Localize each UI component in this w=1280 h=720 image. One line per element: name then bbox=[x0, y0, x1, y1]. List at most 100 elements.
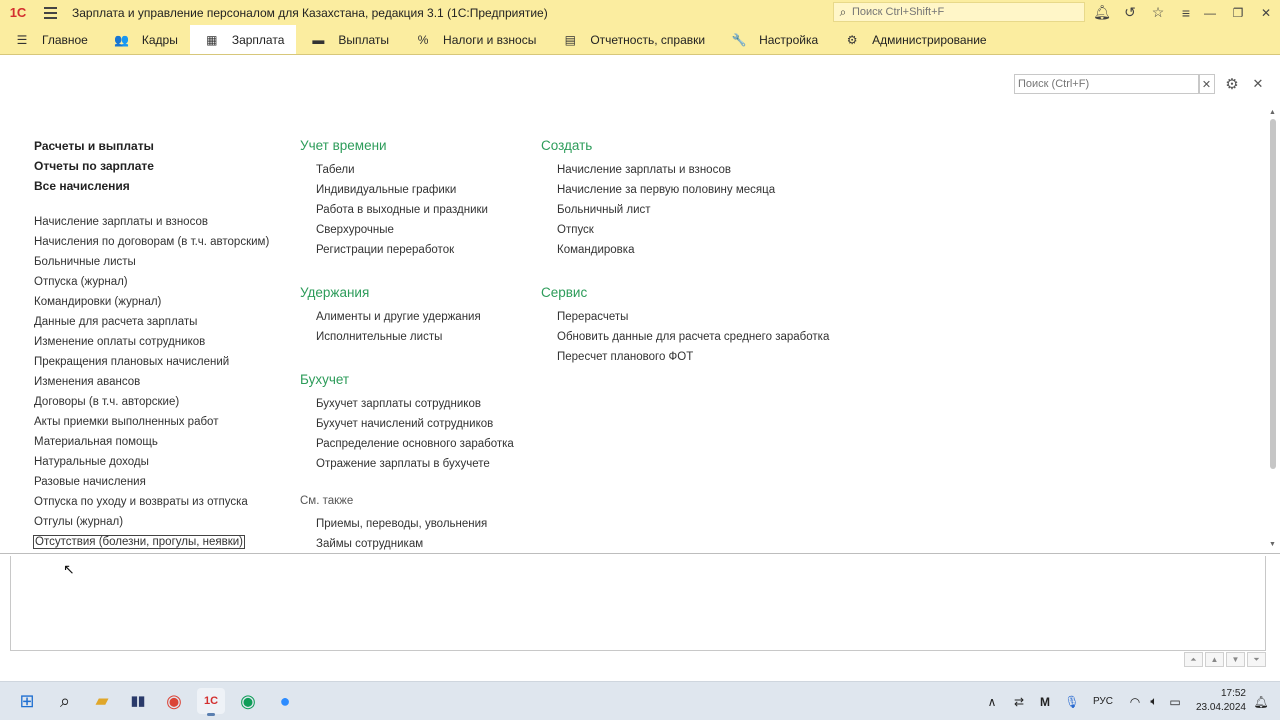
reports-icon: ▤ bbox=[564, 32, 576, 47]
section-admin[interactable]: ⚙ Администрирование bbox=[830, 25, 998, 54]
nav-link[interactable]: Алименты и другие удержания bbox=[300, 307, 514, 327]
nav-link[interactable]: Перерасчеты bbox=[541, 307, 829, 327]
file-explorer-icon[interactable]: ▰ bbox=[88, 688, 116, 714]
scroll-down-icon[interactable]: ▼ bbox=[1269, 541, 1276, 548]
nav-link[interactable]: Отпуска по уходу и возвраты из отпуска bbox=[34, 492, 269, 512]
zoom-icon[interactable]: ● bbox=[271, 688, 299, 714]
clock[interactable]: 17:52 23.04.2024 bbox=[1192, 687, 1246, 715]
search-icon: ⌕ bbox=[839, 4, 847, 19]
nav-link[interactable]: Бухучет зарплаты сотрудников bbox=[300, 394, 514, 414]
chrome-icon[interactable]: ◉ bbox=[160, 688, 188, 714]
link-salary-reports[interactable]: Отчеты по зарплате bbox=[34, 156, 269, 176]
link-calculations-payments[interactable]: Расчеты и выплаты bbox=[34, 136, 269, 156]
language-indicator[interactable]: РУС bbox=[1090, 682, 1116, 720]
nav-link[interactable]: Изменение оплаты сотрудников bbox=[34, 332, 269, 352]
section-label: Настройка bbox=[759, 32, 819, 47]
app-logo[interactable]: 1С bbox=[0, 0, 36, 25]
app-chart-icon[interactable]: ▮▮ bbox=[124, 688, 152, 714]
nav-link[interactable]: Акты приемки выполненных работ bbox=[34, 412, 269, 432]
nav-link[interactable]: Разовые начисления bbox=[34, 472, 269, 492]
section-payments[interactable]: ▬ Выплаты bbox=[296, 25, 401, 54]
nav-buttons: ⏶ ▲ ▼ ⏷ bbox=[1184, 652, 1266, 667]
nav-link[interactable]: Прекращения плановых начислений bbox=[34, 352, 269, 372]
maximize-icon[interactable]: ❐ bbox=[1224, 0, 1252, 25]
nav-link[interactable]: Бухучет начислений сотрудников bbox=[300, 414, 514, 434]
nav-link[interactable]: Начисления по договорам (в т.ч. авторски… bbox=[34, 232, 269, 252]
nav-link[interactable]: Начисление зарплаты и взносов bbox=[34, 212, 269, 232]
wrench-icon: 🔧 bbox=[731, 32, 747, 47]
chrome-profile-icon[interactable]: ◉ bbox=[234, 688, 262, 714]
nav-link[interactable]: Исполнительные листы bbox=[300, 327, 514, 347]
go-up-icon[interactable]: ▲ bbox=[1205, 652, 1224, 667]
scrollbar-thumb[interactable] bbox=[1270, 119, 1276, 469]
section-settings[interactable]: 🔧 Настройка bbox=[717, 25, 830, 54]
nav-link[interactable]: Отгулы (журнал) bbox=[34, 512, 269, 532]
mouse-cursor-icon: ↖ bbox=[63, 561, 75, 577]
nav-link[interactable]: Обновить данные для расчета среднего зар… bbox=[541, 327, 829, 347]
nav-link[interactable]: Материальная помощь bbox=[34, 432, 269, 452]
battery-icon[interactable]: ▭ bbox=[1166, 682, 1184, 720]
nav-link[interactable]: Отпуска (журнал) bbox=[34, 272, 269, 292]
wifi-icon[interactable]: ◠ bbox=[1126, 682, 1144, 720]
nav-link[interactable]: Командировки (журнал) bbox=[34, 292, 269, 312]
close-icon[interactable]: ✕ bbox=[1252, 0, 1280, 25]
notification-bell-icon[interactable]: 🔔︎ bbox=[1252, 682, 1270, 720]
nav-link[interactable]: Командировка bbox=[541, 240, 829, 260]
section-taxes[interactable]: % Налоги и взносы bbox=[401, 25, 548, 54]
nav-link[interactable]: Изменения авансов bbox=[34, 372, 269, 392]
tray-app-icon[interactable]: M bbox=[1036, 682, 1054, 720]
nav-link[interactable]: Отпуск bbox=[541, 220, 829, 240]
clear-icon[interactable]: ✕ bbox=[1198, 74, 1215, 94]
section-label: Администрирование bbox=[872, 32, 987, 47]
nav-link[interactable]: Больничный лист bbox=[541, 200, 829, 220]
scroll-up-icon[interactable]: ▲ bbox=[1269, 109, 1276, 116]
nav-link[interactable]: Натуральные доходы bbox=[34, 452, 269, 472]
nav-link[interactable]: Работа в выходные и праздники bbox=[300, 200, 514, 220]
volume-icon[interactable]: 🔈︎ bbox=[1146, 682, 1162, 720]
gear-icon: ⚙ bbox=[846, 32, 858, 47]
section-reports[interactable]: ▤ Отчетность, справки bbox=[548, 25, 717, 54]
nav-link[interactable]: Данные для расчета зарплаты bbox=[34, 312, 269, 332]
tray-sync-icon[interactable]: ⇄ bbox=[1010, 682, 1028, 720]
global-search[interactable]: ⌕ bbox=[833, 2, 1085, 22]
global-search-input[interactable] bbox=[852, 6, 1077, 18]
history-icon[interactable]: ↺ bbox=[1116, 0, 1144, 25]
settings-gear-icon[interactable]: ⚙ bbox=[1223, 74, 1241, 94]
nav-link[interactable]: Начисление зарплаты и взносов bbox=[541, 160, 829, 180]
nav-link[interactable]: Займы сотрудникам bbox=[300, 534, 514, 554]
close-panel-icon[interactable]: ✕ bbox=[1250, 74, 1266, 94]
nav-link-absences-focused[interactable]: Отсутствия (болезни, прогулы, неявки) bbox=[33, 535, 245, 549]
nav-link[interactable]: Начисление за первую половину месяца bbox=[541, 180, 829, 200]
search-icon[interactable]: ⌕ bbox=[51, 688, 79, 714]
go-down-icon[interactable]: ▼ bbox=[1226, 652, 1245, 667]
go-last-icon[interactable]: ⏷ bbox=[1247, 652, 1266, 667]
panel-search[interactable] bbox=[1014, 74, 1200, 94]
nav-link[interactable]: Пересчет планового ФОТ bbox=[541, 347, 829, 367]
nav-link[interactable]: Регистрации переработок bbox=[300, 240, 514, 260]
nav-column-2: Учет времени Табели Индивидуальные графи… bbox=[300, 136, 514, 554]
nav-link[interactable]: Больничные листы bbox=[34, 252, 269, 272]
tray-chevron-icon[interactable]: ∧ bbox=[984, 682, 1000, 720]
nav-link[interactable]: Договоры (в т.ч. авторские) bbox=[34, 392, 269, 412]
section-salary[interactable]: ▦ Зарплата bbox=[189, 25, 297, 54]
nav-link[interactable]: Табели bbox=[300, 160, 514, 180]
go-first-icon[interactable]: ⏶ bbox=[1184, 652, 1203, 667]
1c-app-icon[interactable]: 1С bbox=[197, 688, 225, 716]
minimize-icon[interactable]: — bbox=[1196, 0, 1224, 25]
link-all-accruals[interactable]: Все начисления bbox=[34, 176, 269, 196]
bell-icon[interactable]: 🔔︎ bbox=[1088, 0, 1116, 25]
nav-link[interactable]: Распределение основного заработка bbox=[300, 434, 514, 454]
nav-link[interactable]: Приемы, переводы, увольнения bbox=[300, 514, 514, 534]
microphone-icon[interactable]: 🎙︎ bbox=[1064, 682, 1080, 720]
section-staff[interactable]: 👥 Кадры bbox=[100, 25, 190, 54]
window-title: Зарплата и управление персоналом для Каз… bbox=[72, 5, 548, 20]
nav-link[interactable]: Сверхурочные bbox=[300, 220, 514, 240]
section-main[interactable]: ☰ Главное bbox=[0, 25, 100, 54]
star-icon[interactable]: ☆ bbox=[1144, 0, 1172, 25]
panel-search-input[interactable] bbox=[1015, 75, 1195, 93]
panel-scrollbar[interactable]: ▲ ▼ bbox=[1268, 109, 1278, 549]
main-menu-icon[interactable] bbox=[36, 0, 64, 25]
windows-start-icon[interactable]: ⊞ bbox=[13, 688, 41, 714]
nav-link[interactable]: Отражение зарплаты в бухучете bbox=[300, 454, 514, 474]
nav-link[interactable]: Индивидуальные графики bbox=[300, 180, 514, 200]
